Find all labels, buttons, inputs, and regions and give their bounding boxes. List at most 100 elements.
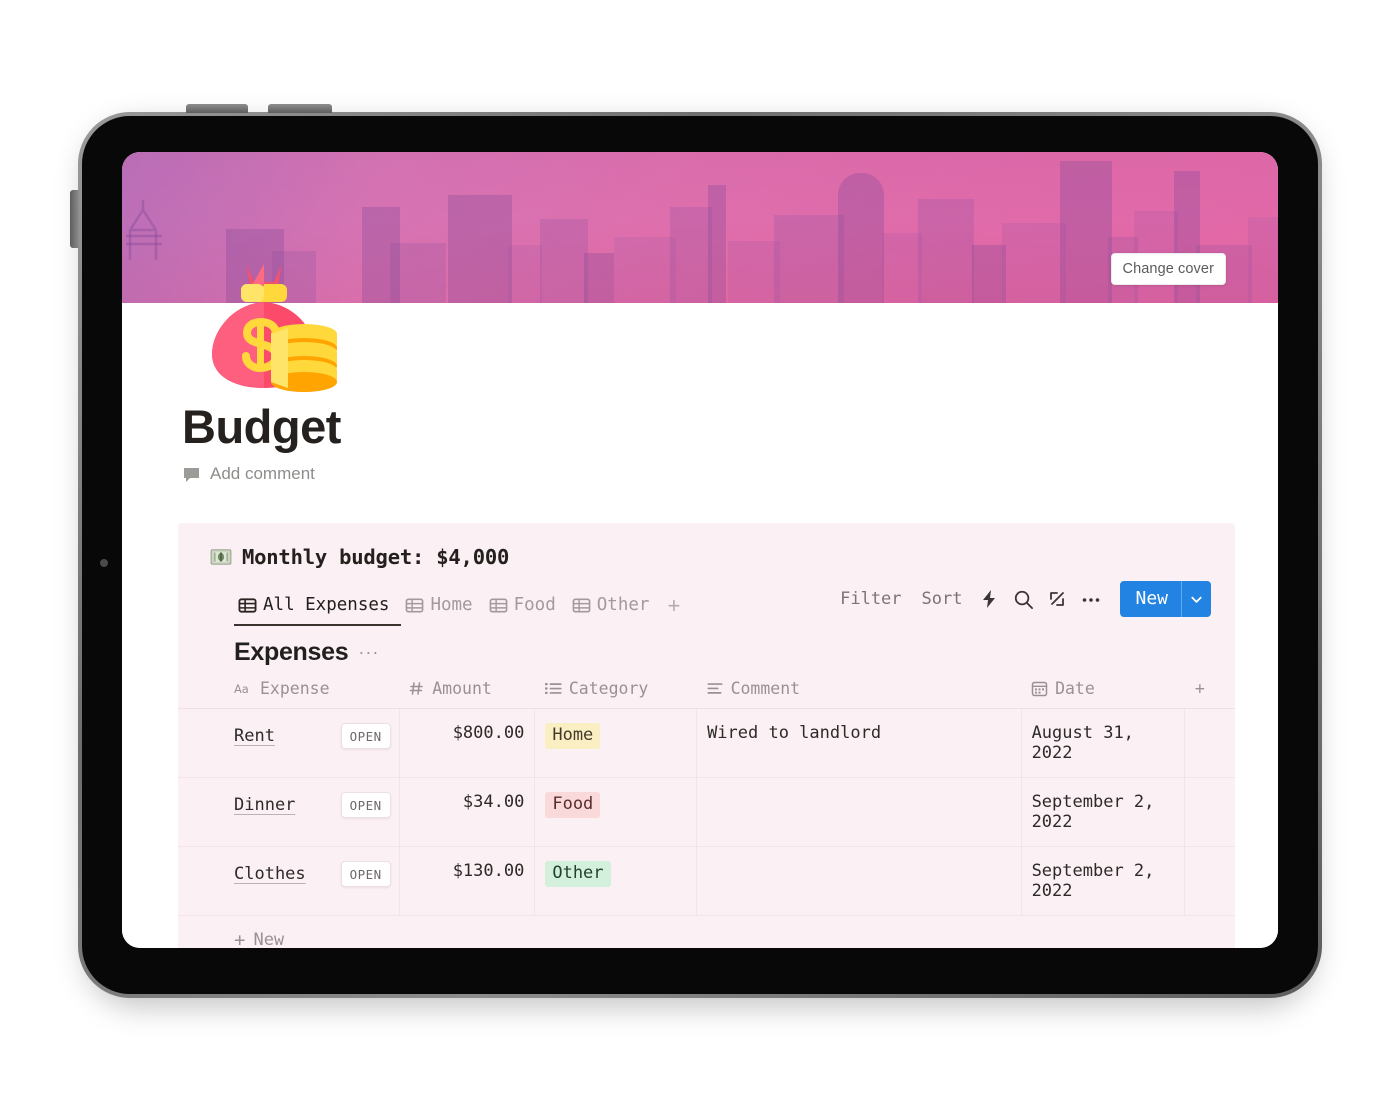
- tablet-screen: Change cover Budget Add comment Monthly …: [122, 152, 1278, 948]
- new-record-button[interactable]: New: [1120, 581, 1211, 617]
- add-column-button[interactable]: +: [1184, 677, 1235, 709]
- filter-button[interactable]: Filter: [830, 585, 911, 613]
- cell-date[interactable]: September 2, 2022: [1021, 777, 1186, 847]
- database-title[interactable]: Monthly budget: $4,000: [242, 545, 509, 569]
- select-list-icon: [544, 683, 562, 694]
- power-button[interactable]: [70, 190, 79, 248]
- new-row-button[interactable]: + New: [178, 916, 1235, 948]
- new-record-caret[interactable]: [1181, 581, 1211, 617]
- column-header-comment[interactable]: Comment: [696, 677, 1022, 709]
- chevron-down-icon: [1191, 596, 1202, 603]
- column-label: Date: [1055, 679, 1095, 698]
- search-icon: [1014, 590, 1033, 609]
- new-row-label: New: [253, 930, 285, 948]
- tab-home[interactable]: Home: [401, 595, 484, 626]
- category-tag: Other: [545, 861, 611, 888]
- ellipsis-icon: [1083, 598, 1100, 602]
- table-row[interactable]: Rent OPEN $800.00 Home Wired to landlord: [178, 708, 1235, 778]
- money-bag-icon[interactable]: [184, 248, 344, 408]
- plus-icon: +: [234, 928, 246, 948]
- open-record-button[interactable]: OPEN: [340, 861, 391, 887]
- cell-comment[interactable]: [696, 777, 1022, 847]
- table-header-row: Aa Expense Amount Category Comment Date …: [178, 677, 1235, 709]
- open-record-button[interactable]: OPEN: [340, 792, 391, 818]
- cell-date[interactable]: September 2, 2022: [1021, 846, 1186, 916]
- cell-spacer: [1184, 708, 1235, 778]
- view-more-button[interactable]: ···: [358, 642, 379, 663]
- expenses-table: Aa Expense Amount Category Comment Date …: [178, 677, 1235, 916]
- table-icon: [572, 598, 591, 612]
- cell-amount[interactable]: $130.00: [399, 846, 536, 916]
- volume-up-button[interactable]: [186, 104, 248, 113]
- column-header-expense[interactable]: Aa Expense: [178, 677, 400, 709]
- tab-label: Food: [513, 595, 556, 615]
- cell-comment[interactable]: Wired to landlord: [696, 708, 1022, 778]
- expense-name[interactable]: Dinner: [234, 795, 295, 815]
- change-cover-button[interactable]: Change cover: [1110, 253, 1226, 285]
- tab-other[interactable]: Other: [568, 595, 662, 626]
- more-options-button[interactable]: [1074, 585, 1108, 613]
- lightning-bolt-icon: [983, 590, 996, 608]
- tab-food[interactable]: Food: [485, 595, 568, 626]
- view-title[interactable]: Expenses: [234, 638, 349, 667]
- device-outer-frame: Change cover Budget Add comment Monthly …: [70, 104, 1322, 998]
- volume-down-button[interactable]: [268, 104, 332, 113]
- table-row[interactable]: Clothes OPEN $130.00 Other September 2, …: [178, 846, 1235, 916]
- new-record-label: New: [1135, 588, 1168, 609]
- page-title[interactable]: Budget: [182, 399, 341, 454]
- add-comment-button[interactable]: Add comment: [182, 464, 315, 484]
- expand-button[interactable]: [1040, 585, 1074, 613]
- database-block: Monthly budget: $4,000 All Expenses Home…: [178, 523, 1235, 948]
- cell-expense[interactable]: Clothes OPEN: [178, 846, 400, 916]
- tab-label: Other: [596, 595, 650, 615]
- column-header-date[interactable]: Date: [1021, 677, 1185, 709]
- database-tab-bar: All Expenses Home Food Other + Filter So…: [178, 569, 1235, 626]
- column-label: Amount: [432, 679, 492, 698]
- money-banknote-icon: [210, 549, 232, 565]
- column-label: Comment: [730, 679, 801, 698]
- table-body: Rent OPEN $800.00 Home Wired to landlord: [178, 708, 1235, 916]
- tab-label: Home: [430, 595, 473, 615]
- view-title-row: Expenses ···: [178, 626, 1235, 677]
- table-icon: [406, 598, 424, 612]
- cell-category[interactable]: Other: [534, 846, 698, 916]
- page-content: Budget Add comment Monthly budget: $4,00…: [122, 264, 1278, 948]
- database-toolbar: Filter Sort New: [830, 581, 1235, 626]
- automation-button[interactable]: [972, 585, 1006, 613]
- text-lines-icon: [707, 683, 723, 694]
- cell-comment[interactable]: [696, 846, 1022, 916]
- tab-label: All Expenses: [263, 595, 390, 615]
- cell-amount[interactable]: $34.00: [399, 777, 536, 847]
- cell-expense[interactable]: Rent OPEN: [178, 708, 400, 778]
- table-icon: [238, 597, 257, 613]
- add-view-button[interactable]: +: [661, 595, 690, 626]
- tab-all-expenses[interactable]: All Expenses: [234, 595, 402, 626]
- device-bezel: Change cover Budget Add comment Monthly …: [70, 104, 1318, 994]
- column-label: Expense: [260, 679, 330, 698]
- table-icon: [489, 598, 507, 612]
- expense-name[interactable]: Rent: [234, 726, 275, 746]
- svg-text:Aa: Aa: [234, 682, 249, 696]
- column-label: Category: [568, 679, 649, 698]
- open-record-button[interactable]: OPEN: [340, 723, 391, 749]
- cell-category[interactable]: Food: [534, 777, 698, 847]
- expand-diagonal-icon: [1050, 592, 1065, 606]
- column-header-category[interactable]: Category: [534, 677, 697, 709]
- expense-name[interactable]: Clothes: [234, 864, 306, 884]
- cell-spacer: [1184, 846, 1235, 916]
- sort-button[interactable]: Sort: [912, 585, 973, 613]
- tablet-device: Change cover Budget Add comment Monthly …: [70, 104, 1322, 1008]
- search-button[interactable]: [1006, 585, 1040, 613]
- calendar-icon: [1031, 681, 1048, 697]
- comment-icon: [184, 467, 199, 482]
- cell-amount[interactable]: $800.00: [399, 708, 536, 778]
- category-tag: Home: [545, 723, 601, 750]
- text-aa-icon: Aa: [234, 682, 249, 696]
- camera-dot: [100, 559, 108, 567]
- cell-date[interactable]: August 31, 2022: [1021, 708, 1186, 778]
- column-header-amount[interactable]: Amount: [399, 677, 535, 709]
- table-row[interactable]: Dinner OPEN $34.00 Food September 2, 202…: [178, 777, 1235, 847]
- cell-category[interactable]: Home: [534, 708, 698, 778]
- cell-expense[interactable]: Dinner OPEN: [178, 777, 400, 847]
- number-hash-icon: [409, 682, 423, 695]
